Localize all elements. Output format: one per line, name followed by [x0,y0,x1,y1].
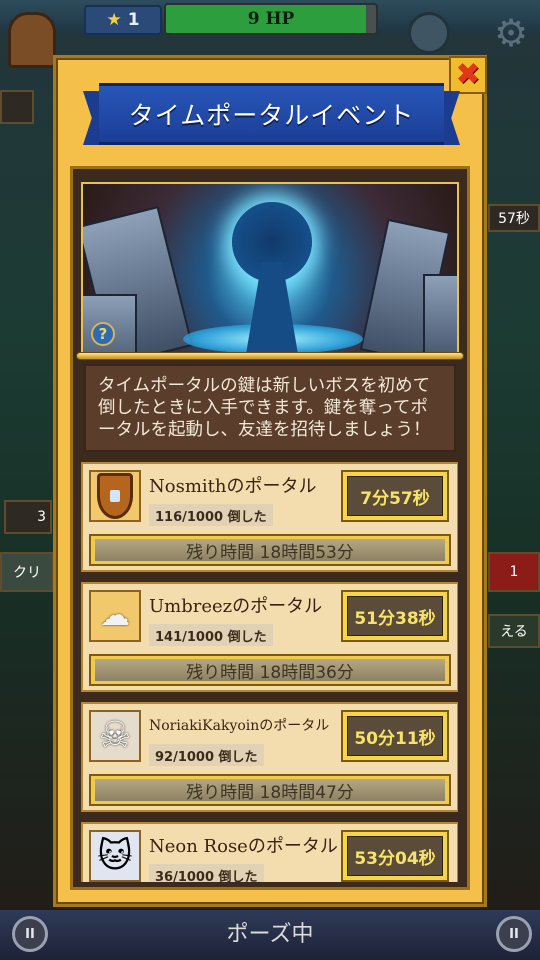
side-tag-right: 1 [488,552,540,592]
door-icon[interactable] [8,12,56,68]
portal-avatar: ☁ [89,590,141,642]
help-icon-label: ? [98,325,108,343]
pause-icon: II [509,926,519,942]
portal-timer-button[interactable]: 53分04秒 [341,830,449,882]
portal-remaining-bar: 残り時間 18時間53分 [89,534,451,566]
portal-progress: 92/1000 倒した [149,744,264,766]
skull-icon: ☠ [98,715,132,756]
portal-remaining: 残り時間 18時間53分 [95,539,445,563]
portal-name: NoriakiKakyoinのポータル [149,718,330,734]
portal-avatar: 🐱 [89,830,141,882]
side-timer: 57秒 [488,204,540,232]
portal-list[interactable]: Nosmithのポータル 116/1000 倒した 7分57秒 残り時間 18時… [72,458,458,882]
side-right-button[interactable]: える [488,614,540,648]
gear-icon[interactable]: ⚙ [494,14,528,52]
portal-card[interactable]: ☁ Umbreezのポータル 141/1000 倒した 51分38秒 残り時間 … [81,582,458,692]
portal-timer-button[interactable]: 51分38秒 [341,590,449,642]
portal-name: Neon Roseのポータル [149,836,338,857]
star-counter: ★ 1 [84,5,162,35]
portal-avatar [89,470,141,522]
side-label-text: クリ [13,565,41,581]
portal-timer: 53分04秒 [347,836,443,876]
stone-right-small [423,274,457,352]
coin-counter: 3 [4,500,52,534]
portal-remaining-bar: 残り時間 18時間36分 [89,654,451,686]
paused-label: ポーズ中 [226,922,314,947]
portal-timer-button[interactable]: 50分11秒 [341,710,449,762]
portal-card[interactable]: 🐱 Neon Roseのポータル 36/1000 倒した 53分04秒 [81,822,458,882]
gold-divider [76,352,464,360]
portal-illustration [81,182,459,354]
keyhole-portal [224,202,320,352]
side-tag-text: 1 [509,564,519,580]
portal-avatar: ☠ [89,710,141,762]
portal-timer-button[interactable]: 7分57秒 [341,470,449,522]
event-description: タイムポータルの鍵は新しいボスを初めて倒したときに入手できます。鍵を奪ってポータ… [84,364,456,452]
portal-progress: 141/1000 倒した [149,624,273,646]
shield-icon [97,473,133,519]
portal-card[interactable]: Nosmithのポータル 116/1000 倒した 7分57秒 残り時間 18時… [81,462,458,572]
side-right-label: える [500,624,528,640]
portal-timer: 7分57秒 [347,476,443,516]
pause-button-right[interactable]: II [496,916,532,952]
portal-progress: 116/1000 倒した [149,504,273,526]
portal-remaining: 残り時間 18時間47分 [95,779,445,803]
side-menu-icon[interactable] [0,90,34,124]
hp-text: 9 HP [247,9,295,29]
side-label-left: クリ [0,552,54,592]
star-icon: ★ [106,10,122,30]
portal-name: Nosmithのポータル [149,476,317,497]
cat-icon: 🐱 [97,836,133,876]
portal-name: Umbreezのポータル [149,596,323,617]
portal-timer: 50分11秒 [347,716,443,756]
storm-cloud-icon: ☁ [100,598,130,633]
portal-progress: 36/1000 倒した [149,864,264,882]
coin-count: 3 [37,509,46,525]
help-icon[interactable]: ? [91,322,115,346]
modal-title: タイムポータルイベント [128,101,415,130]
star-count: 1 [127,10,140,30]
compass-icon[interactable] [408,12,450,54]
portal-timer: 51分38秒 [347,596,443,636]
side-timer-text: 57秒 [498,211,530,227]
portal-card[interactable]: ☠ NoriakiKakyoinのポータル 92/1000 倒した 50分11秒… [81,702,458,812]
portal-remaining-bar: 残り時間 18時間47分 [89,774,451,806]
hp-bar: 9 HP [164,3,378,35]
title-banner: タイムポータルイベント [83,83,460,145]
portal-remaining: 残り時間 18時間36分 [95,659,445,683]
